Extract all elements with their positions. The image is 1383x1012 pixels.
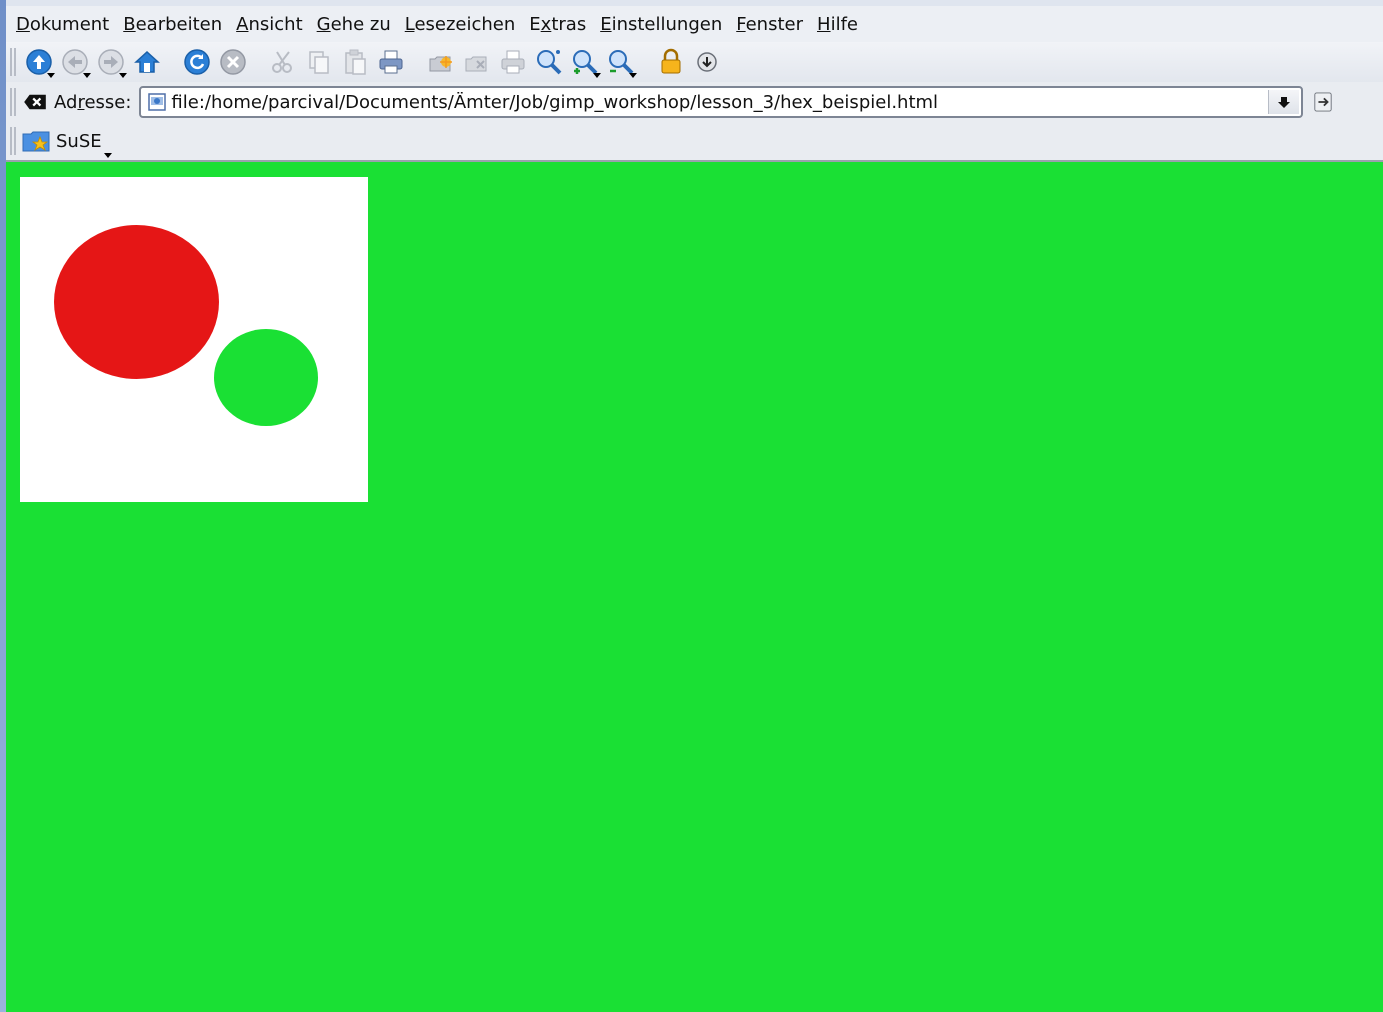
menu-dokument[interactable]: Dokument <box>16 14 109 35</box>
green-circle <box>214 329 318 426</box>
bookmark-folder-suse[interactable]: SuSE <box>22 129 112 158</box>
stop-icon <box>220 49 246 75</box>
menu-ansicht[interactable]: Ansicht <box>236 14 302 35</box>
menu-hilfe[interactable]: Hilfe <box>817 14 858 35</box>
example-image <box>20 177 368 502</box>
security-button[interactable] <box>654 45 688 79</box>
print-frame-button[interactable] <box>496 45 530 79</box>
address-label: Adresse: <box>54 91 132 113</box>
chevron-down-icon <box>1278 97 1291 108</box>
back-button[interactable] <box>58 45 92 79</box>
menu-bar: Dokument Bearbeiten Ansicht Gehe zu Lese… <box>6 6 1383 42</box>
location-bar: Adresse: <box>6 82 1383 122</box>
cut-button[interactable] <box>266 45 300 79</box>
bookmark-label: SuSE <box>56 130 102 152</box>
home-icon <box>134 50 160 73</box>
print-button[interactable] <box>374 45 408 79</box>
bookmark-toolbar: SuSE <box>6 122 1383 162</box>
back-dropdown-caret[interactable] <box>83 73 91 78</box>
menu-einstellungen[interactable]: Einstellungen <box>600 14 722 35</box>
up-button[interactable] <box>22 45 56 79</box>
menu-gehe-zu[interactable]: Gehe zu <box>317 14 391 35</box>
reload-icon <box>184 49 210 75</box>
bookmark-folder-star-icon <box>22 131 50 152</box>
location-bar-grip[interactable] <box>10 88 16 116</box>
copy-icon <box>309 51 329 74</box>
address-field[interactable] <box>139 86 1304 118</box>
red-circle <box>54 225 219 379</box>
bookmark-folder-caret[interactable] <box>103 153 112 158</box>
main-toolbar <box>6 42 1383 82</box>
go-button[interactable] <box>1313 88 1339 116</box>
go-icon <box>1314 92 1333 112</box>
zoom-out-button[interactable] <box>604 45 638 79</box>
url-input[interactable] <box>167 91 1262 113</box>
paste-button[interactable] <box>338 45 372 79</box>
address-history-dropdown[interactable] <box>1268 90 1300 114</box>
new-tab-button[interactable] <box>424 45 458 79</box>
bookmark-bar-grip[interactable] <box>10 127 16 155</box>
download-button[interactable] <box>690 45 724 79</box>
paste-icon <box>345 49 366 75</box>
up-dropdown-caret[interactable] <box>47 73 55 78</box>
menu-fenster[interactable]: Fenster <box>736 14 803 35</box>
copy-button[interactable] <box>302 45 336 79</box>
clear-location-icon <box>24 94 46 110</box>
zoom-in-dropdown-caret[interactable] <box>593 73 601 78</box>
page-document-icon <box>148 93 167 111</box>
lock-icon <box>661 48 681 74</box>
print-frame-icon <box>501 50 525 74</box>
cut-icon <box>272 51 292 73</box>
home-button[interactable] <box>130 45 164 79</box>
close-tab-button[interactable] <box>460 45 494 79</box>
clear-location-button[interactable] <box>22 91 48 113</box>
new-tab-icon <box>429 56 452 72</box>
forward-dropdown-caret[interactable] <box>119 73 127 78</box>
download-icon <box>697 52 717 72</box>
zoom-in-button[interactable] <box>568 45 602 79</box>
stop-button[interactable] <box>216 45 250 79</box>
menu-bearbeiten[interactable]: Bearbeiten <box>123 14 222 35</box>
toolbar-grip[interactable] <box>10 48 16 76</box>
menu-extras[interactable]: Extras <box>529 14 586 35</box>
zoom-button[interactable] <box>532 45 566 79</box>
menu-lesezeichen[interactable]: Lesezeichen <box>405 14 516 35</box>
reload-button[interactable] <box>180 45 214 79</box>
print-icon <box>379 50 403 74</box>
zoom-out-dropdown-caret[interactable] <box>629 73 637 78</box>
zoom-icon <box>537 50 562 75</box>
close-tab-icon <box>465 56 487 72</box>
page-content <box>6 162 1383 1012</box>
forward-button[interactable] <box>94 45 128 79</box>
